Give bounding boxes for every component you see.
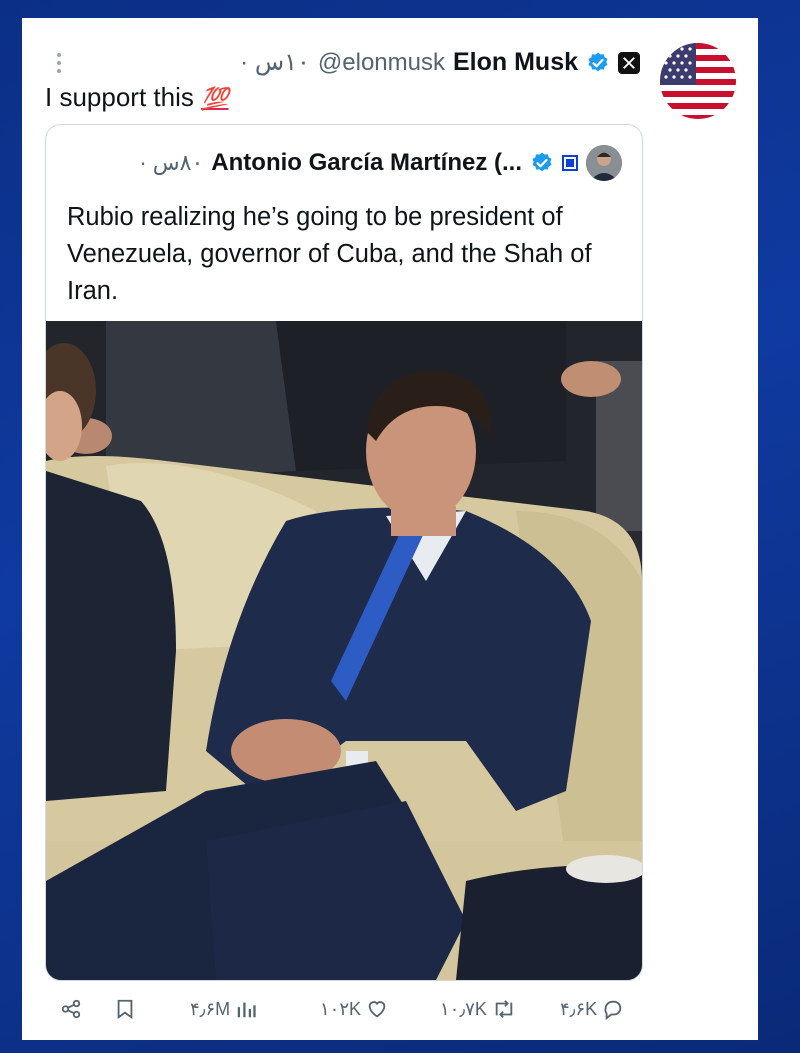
quoted-author-name[interactable]: Antonio García Martínez (... (211, 149, 522, 177)
quoted-tweet[interactable]: ۸۰س · Antonio García Martínez (... Rubio… (45, 124, 643, 981)
tweet-time[interactable]: ۱۰س · (240, 48, 310, 77)
action-bar: ۴٫۶M ۱۰۲K ۱۰٫۷K ۴٫۶K (22, 998, 758, 1028)
views-value: ۴٫۶M (190, 998, 231, 1019)
more-options-icon[interactable] (55, 52, 63, 74)
hundred-points-emoji: 💯 (201, 86, 229, 111)
affiliate-badge-icon (562, 155, 578, 171)
reply-icon (604, 1000, 622, 1020)
likes-value: ۱۰۲K (320, 998, 362, 1019)
share-button[interactable] (60, 998, 82, 1020)
tweet-header: ۱۰س · @elonmusk Elon Musk (240, 48, 640, 77)
quoted-author-avatar[interactable] (586, 145, 622, 181)
verified-badge-icon (588, 52, 608, 71)
like-button[interactable]: ۱۰۲K (320, 998, 389, 1020)
repost-button[interactable]: ۱۰٫۷K (440, 998, 517, 1020)
author-handle[interactable]: @elonmusk (318, 49, 445, 77)
views-count[interactable]: ۴٫۶M (190, 998, 258, 1020)
verified-badge-icon (532, 152, 552, 172)
tweet-card: ۱۰س · @elonmusk Elon Musk I support this… (22, 18, 758, 1040)
us-flag-icon (660, 43, 736, 119)
tweet-text: I support this 💯 (45, 82, 229, 113)
reply-button[interactable]: ۴٫۶K (560, 998, 625, 1020)
share-icon (61, 999, 81, 1019)
replies-value: ۴٫۶K (560, 998, 598, 1019)
repost-icon (495, 1000, 513, 1018)
heart-icon (368, 1001, 386, 1018)
author-name[interactable]: Elon Musk (453, 48, 578, 77)
quoted-tweet-header: ۸۰س · Antonio García Martínez (... (139, 145, 622, 181)
views-chart-icon (237, 1002, 256, 1018)
quoted-tweet-text: Rubio realizing he’s going to be preside… (67, 203, 592, 305)
reposts-value: ۱۰٫۷K (440, 998, 487, 1019)
bookmark-button[interactable] (114, 998, 136, 1020)
quoted-tweet-time[interactable]: ۸۰س · (139, 150, 203, 176)
bookmark-icon (117, 999, 133, 1020)
tweet-body: I support this (45, 82, 194, 112)
x-logo-icon (618, 51, 640, 74)
tweet-photo[interactable] (46, 321, 642, 980)
